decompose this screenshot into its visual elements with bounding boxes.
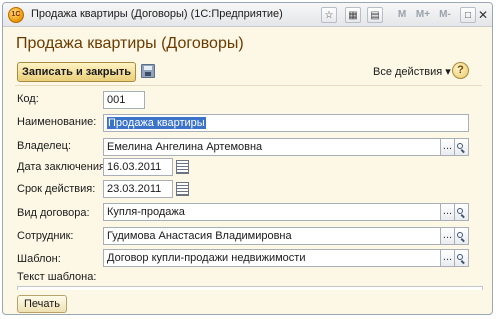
valid-until-label: Срок действия: [17, 183, 96, 195]
contract-type-label: Вид договора: [17, 207, 90, 219]
memory-store-button[interactable]: M [393, 7, 411, 23]
code-field[interactable]: 001 [103, 91, 145, 109]
employee-field[interactable]: Гудимова Анастасия Владимировна [103, 227, 441, 245]
maximize-icon[interactable]: □ [460, 7, 476, 23]
employee-select-button[interactable]: ... [440, 227, 455, 245]
magnifier-icon [457, 232, 466, 241]
contract-type-select-button[interactable]: ... [440, 203, 455, 221]
window-titlebar: 1С Продажа квартиры (Договоры) (1С:Предп… [3, 3, 492, 27]
favorite-star-icon[interactable]: ☆ [321, 7, 337, 23]
window-title: Продажа квартиры (Договоры) (1С:Предприя… [31, 8, 283, 20]
save-icon[interactable] [141, 64, 155, 78]
contract-type-field[interactable]: Купля-продажа [103, 203, 441, 221]
close-icon[interactable]: ✕ [476, 7, 490, 23]
name-field-selected-text: Продажа квартиры [107, 117, 206, 129]
employee-open-button[interactable] [454, 227, 469, 245]
magnifier-icon [457, 208, 466, 217]
contract-type-open-button[interactable] [454, 203, 469, 221]
date-concluded-label: Дата заключения: [17, 161, 109, 173]
valid-until-field[interactable]: 23.03.2011 [103, 180, 173, 198]
magnifier-icon [457, 254, 466, 263]
magnifier-icon [457, 143, 466, 152]
date-concluded-field[interactable]: 16.03.2011 [103, 158, 173, 176]
memory-add-button[interactable]: M+ [412, 7, 434, 23]
calendar-icon[interactable]: ▤ [367, 7, 383, 23]
toolbar-separator [15, 85, 482, 86]
calculator-icon[interactable]: ▦ [345, 7, 361, 23]
document-window: 1С Продажа квартиры (Договоры) (1С:Предп… [2, 2, 493, 315]
owner-label: Владелец: [17, 140, 71, 152]
all-actions-menu[interactable]: Все действия ▾ [373, 65, 451, 78]
employee-label: Сотрудник: [17, 230, 74, 242]
memory-subtract-button[interactable]: M- [436, 7, 454, 23]
calendar-picker-icon[interactable] [176, 160, 189, 174]
print-button[interactable]: Печать [17, 295, 67, 313]
owner-select-button[interactable]: ... [440, 138, 455, 156]
app-logo-icon: 1С [8, 7, 24, 23]
template-text-area[interactable] [17, 286, 483, 290]
owner-open-button[interactable] [454, 138, 469, 156]
code-label: Код: [17, 93, 39, 105]
template-field[interactable]: Договор купли-продажи недвижимости [103, 249, 441, 267]
owner-field[interactable]: Емелина Ангелина Артемовна [103, 138, 441, 156]
template-select-button[interactable]: ... [440, 249, 455, 267]
template-label: Шаблон: [17, 253, 61, 265]
save-and-close-button[interactable]: Записать и закрыть [17, 62, 136, 82]
help-icon[interactable]: ? [452, 62, 469, 79]
template-open-button[interactable] [454, 249, 469, 267]
calendar-picker-icon[interactable] [176, 182, 189, 196]
form-title: Продажа квартиры (Договоры) [16, 35, 244, 52]
name-field[interactable]: Продажа квартиры [103, 114, 469, 132]
name-label: Наименование: [17, 116, 97, 128]
template-text-label: Текст шаблона: [17, 271, 97, 283]
